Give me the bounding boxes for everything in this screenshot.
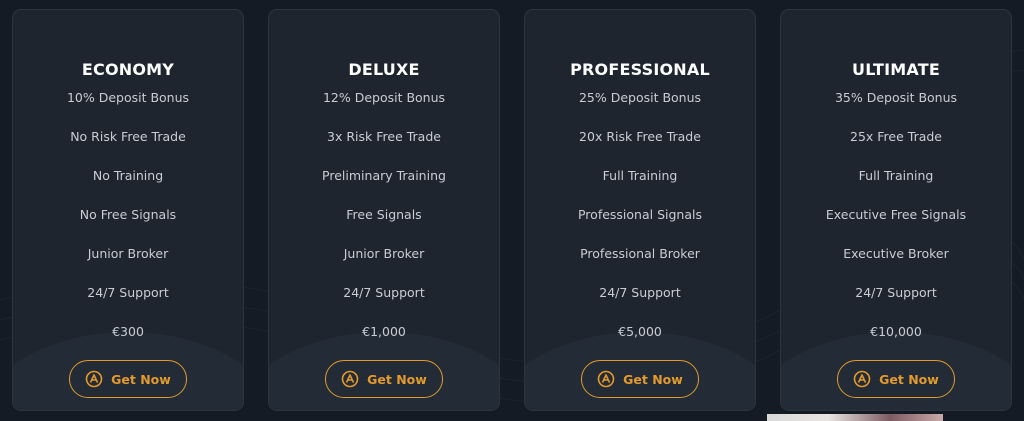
plan-feature: Junior Broker [343,246,425,261]
get-now-button[interactable]: Get Now [69,360,187,398]
plan-feature: 24/7 Support [87,285,169,300]
plan-feature: 10% Deposit Bonus [66,90,190,105]
plan-feature: Full Training [602,168,678,183]
plan-feature: 35% Deposit Bonus [834,90,958,105]
plan-title: PROFESSIONAL [570,60,710,79]
plan-feature: No Training [92,168,164,183]
logo-a-icon [597,370,615,388]
get-now-label: Get Now [367,371,427,387]
plan-feature: 24/7 Support [343,285,425,300]
plan-feature: Professional Signals [577,207,702,222]
plan-card-economy: ECONOMY 10% Deposit Bonus No Risk Free T… [12,9,244,411]
logo-a-icon [341,370,359,388]
plan-feature: Preliminary Training [322,168,446,183]
get-now-button[interactable]: Get Now [837,360,955,398]
logo-a-icon [853,370,871,388]
get-now-label: Get Now [623,371,683,387]
plan-card-deluxe: DELUXE 12% Deposit Bonus 3x Risk Free Tr… [268,9,500,411]
plan-feature: Free Signals [346,207,422,222]
get-now-button[interactable]: Get Now [325,360,443,398]
plan-feature: Full Training [858,168,934,183]
plan-feature: No Risk Free Trade [70,129,186,144]
plan-title: ULTIMATE [852,60,940,79]
get-now-label: Get Now [879,371,939,387]
plan-feature: No Free Signals [79,207,177,222]
get-now-button[interactable]: Get Now [581,360,699,398]
plan-feature: 3x Risk Free Trade [327,129,441,144]
plan-feature: Executive Free Signals [825,207,967,222]
plan-price: €10,000 [870,324,922,339]
plan-feature: 25% Deposit Bonus [578,90,702,105]
logo-a-icon [85,370,103,388]
plan-price: €5,000 [618,324,662,339]
plan-feature: 24/7 Support [599,285,681,300]
plan-feature: 12% Deposit Bonus [322,90,446,105]
plan-feature: Junior Broker [87,246,169,261]
plan-card-ultimate: ULTIMATE 35% Deposit Bonus 25x Free Trad… [780,9,1012,411]
plan-feature: 25x Free Trade [850,129,942,144]
plan-card-professional: PROFESSIONAL 25% Deposit Bonus 20x Risk … [524,9,756,411]
plan-feature: Executive Broker [843,246,949,261]
partial-image [767,414,943,421]
pricing-cards: ECONOMY 10% Deposit Bonus No Risk Free T… [0,0,1024,421]
plan-feature: 20x Risk Free Trade [579,129,701,144]
plan-price: €1,000 [362,324,406,339]
plan-price: €300 [112,324,144,339]
plan-title: DELUXE [348,60,420,79]
plan-feature: Professional Broker [580,246,700,261]
plan-title: ECONOMY [81,60,175,79]
get-now-label: Get Now [111,371,171,387]
plan-feature: 24/7 Support [855,285,937,300]
